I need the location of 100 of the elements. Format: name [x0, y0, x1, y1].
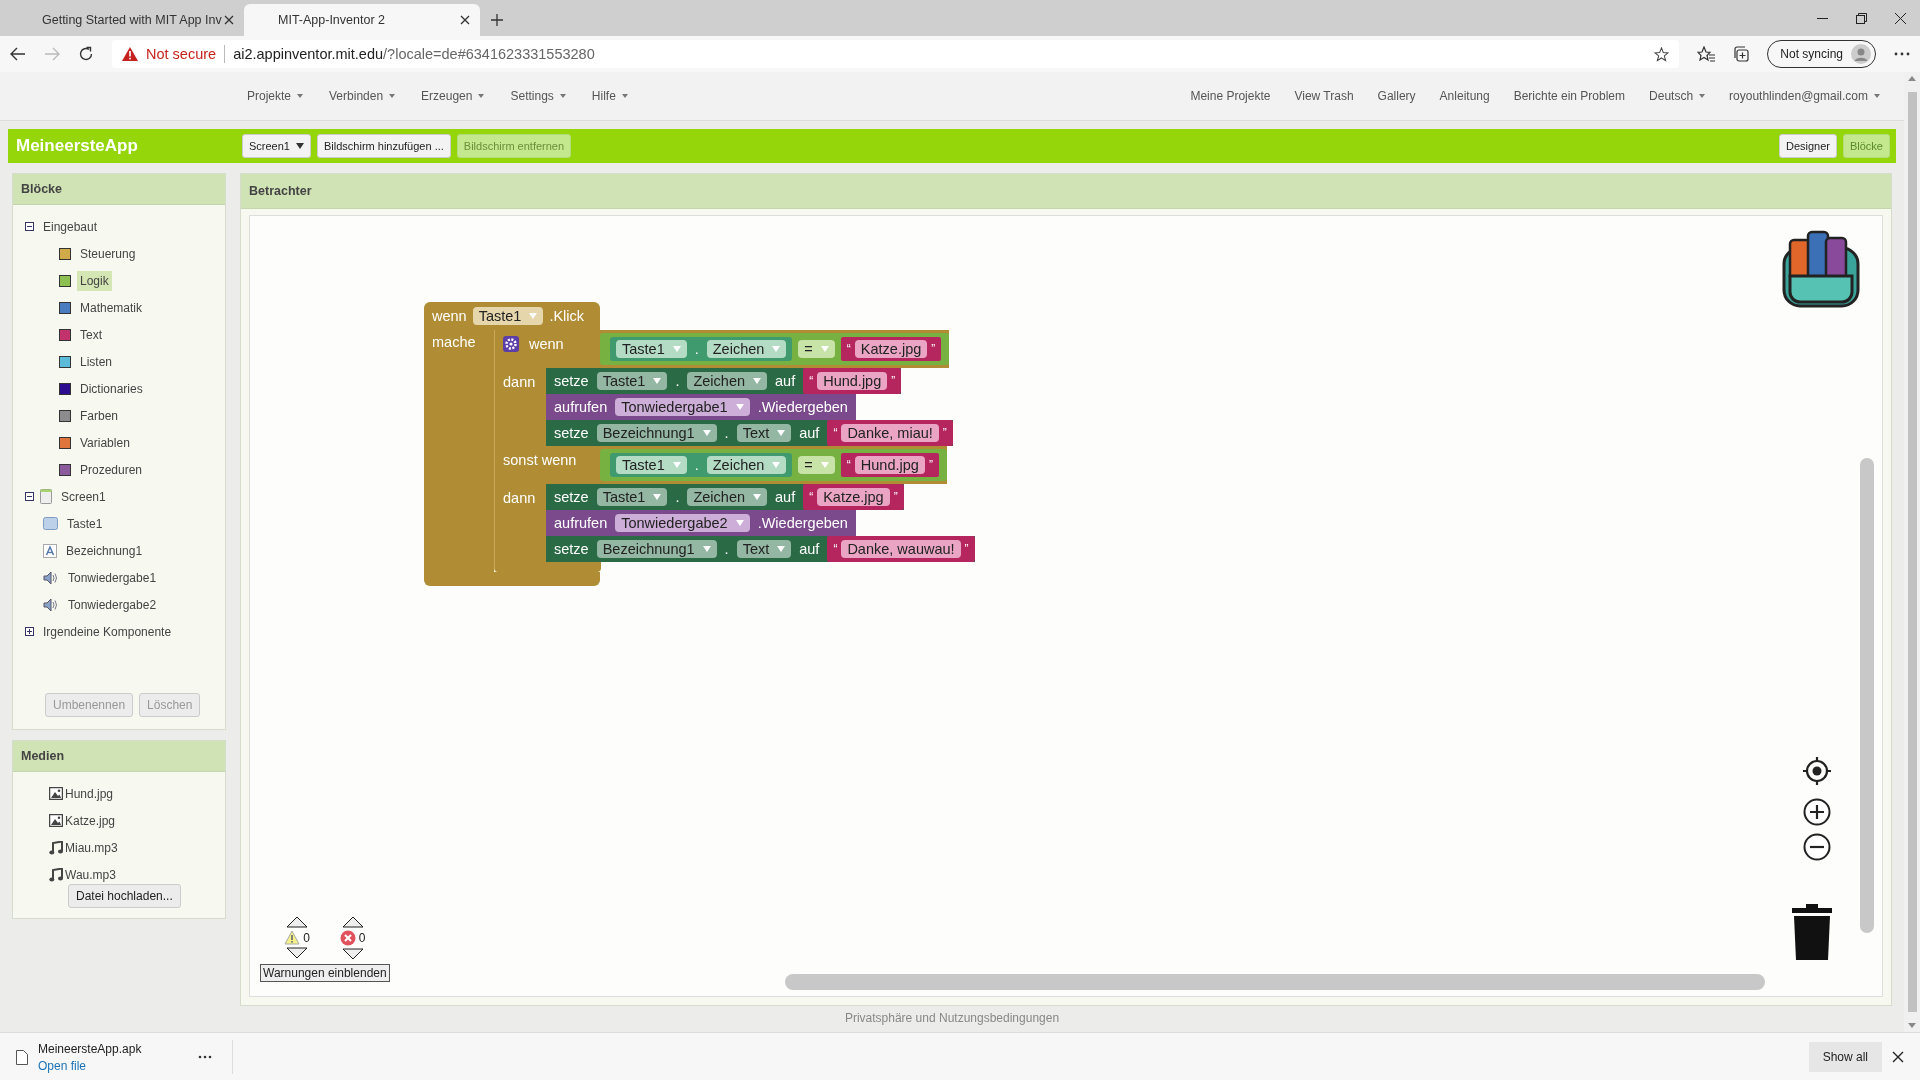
- tree-item[interactable]: Listen: [77, 351, 116, 372]
- tree-item[interactable]: Tonwiedergabe2: [65, 594, 160, 615]
- tree-item[interactable]: Mathematik: [77, 297, 146, 318]
- scrollbar[interactable]: [785, 974, 1765, 990]
- close-icon[interactable]: [460, 15, 470, 25]
- trash-icon[interactable]: [1792, 904, 1832, 960]
- block-separator: .: [694, 341, 699, 357]
- open-file-link[interactable]: Open file: [38, 1058, 188, 1073]
- text-field[interactable]: Danke, wauwau!: [841, 540, 961, 558]
- nav-link[interactable]: Gallery: [1377, 89, 1416, 103]
- arrow-down-icon[interactable]: [341, 948, 364, 960]
- media-file[interactable]: Hund.jpg: [65, 786, 114, 801]
- menu-item[interactable]: Settings: [510, 89, 566, 103]
- menu-item[interactable]: Hilfe: [591, 89, 628, 103]
- scrollbar[interactable]: [1907, 92, 1917, 1012]
- restore-icon[interactable]: [1856, 12, 1867, 24]
- component-dropdown[interactable]: Taste1: [596, 488, 668, 506]
- nav-link[interactable]: Meine Projekte: [1190, 89, 1271, 103]
- collapse-icon[interactable]: [25, 492, 34, 501]
- media-file[interactable]: Katze.jpg: [65, 813, 116, 828]
- tree-item[interactable]: Bezeichnung1: [63, 540, 146, 561]
- operator-dropdown[interactable]: =: [798, 456, 835, 474]
- zoom-in-icon[interactable]: [1803, 798, 1831, 826]
- tree-item[interactable]: Tonwiedergabe1: [65, 567, 160, 588]
- tree-item[interactable]: Steuerung: [77, 243, 139, 264]
- close-icon[interactable]: [1892, 1051, 1904, 1063]
- property-dropdown[interactable]: Text: [736, 424, 792, 442]
- tree-item[interactable]: Farben: [77, 405, 122, 426]
- text-field[interactable]: Danke, miau!: [841, 424, 939, 442]
- back-icon[interactable]: [10, 47, 26, 61]
- arrow-up-icon[interactable]: [286, 916, 308, 928]
- text-field[interactable]: Hund.jpg: [854, 456, 925, 474]
- tree-item[interactable]: Dictionaries: [77, 378, 146, 399]
- caret-icon: [753, 378, 762, 384]
- media-file[interactable]: Wau.mp3: [65, 867, 116, 882]
- address-bar[interactable]: Not secure ai2.appinventor.mit.edu/?locale=de#6341623331553280: [112, 40, 1680, 68]
- view-toggle-button[interactable]: Designer: [1778, 134, 1837, 158]
- property-dropdown[interactable]: Zeichen: [706, 340, 787, 358]
- component-dropdown[interactable]: Taste1: [616, 340, 687, 358]
- tree-item[interactable]: Eingebaut: [40, 216, 101, 237]
- text-field[interactable]: Katze.jpg: [817, 488, 890, 506]
- recenter-icon[interactable]: [1802, 756, 1832, 786]
- block-separator: .: [694, 457, 699, 473]
- close-icon[interactable]: [1895, 12, 1906, 24]
- favorites-icon[interactable]: [1697, 46, 1716, 62]
- close-icon[interactable]: [224, 15, 234, 25]
- component-dropdown[interactable]: Tonwiedergabe1: [615, 398, 750, 416]
- tree-item[interactable]: Screen1: [58, 486, 109, 507]
- component-dropdown[interactable]: Tonwiedergabe2: [615, 514, 750, 532]
- star-icon[interactable]: [1654, 46, 1670, 62]
- arrow-up-icon[interactable]: [341, 916, 364, 928]
- component-dropdown[interactable]: Taste1: [596, 372, 668, 390]
- component-dropdown[interactable]: Bezeichnung1: [596, 540, 717, 558]
- collapse-icon[interactable]: [25, 222, 34, 231]
- zoom-out-icon[interactable]: [1803, 833, 1831, 861]
- nav-link[interactable]: View Trash: [1294, 89, 1354, 103]
- component-dropdown[interactable]: Taste1: [472, 307, 544, 325]
- menu-item[interactable]: Erzeugen: [421, 89, 485, 103]
- tree-item[interactable]: Variablen: [77, 432, 133, 453]
- tree-item[interactable]: Irgendeine Komponente: [40, 621, 175, 642]
- tree-item[interactable]: Logik: [77, 270, 112, 291]
- tree-item[interactable]: Taste1: [64, 513, 106, 534]
- browser-tab[interactable]: Getting Started with MIT App Inv: [8, 4, 244, 36]
- upload-button[interactable]: Datei hochladen...: [68, 884, 181, 908]
- more-icon[interactable]: [1894, 52, 1910, 56]
- text-field[interactable]: Hund.jpg: [817, 372, 888, 390]
- toolbar-button[interactable]: Bildschirm hinzufügen ...: [317, 134, 451, 158]
- component-dropdown[interactable]: Bezeichnung1: [596, 424, 717, 442]
- panel-title: Betrachter: [241, 174, 1891, 209]
- property-dropdown[interactable]: Zeichen: [706, 456, 787, 474]
- show-warnings-button[interactable]: Warnungen einblenden: [260, 964, 390, 982]
- browser-tab[interactable]: MIT-App-Inventor 2: [244, 4, 480, 36]
- screen-dropdown[interactable]: Screen1: [242, 134, 311, 158]
- tree-item[interactable]: Text: [77, 324, 105, 345]
- gear-icon[interactable]: [503, 336, 519, 352]
- scrollbar[interactable]: [1860, 458, 1874, 933]
- arrow-down-icon[interactable]: [286, 947, 308, 959]
- plus-icon[interactable]: [490, 13, 504, 27]
- property-dropdown[interactable]: Zeichen: [687, 372, 768, 390]
- menu-item[interactable]: Projekte: [247, 89, 304, 103]
- menu-item[interactable]: Verbinden: [329, 89, 396, 103]
- property-dropdown[interactable]: Zeichen: [687, 488, 768, 506]
- media-file[interactable]: Miau.mp3: [65, 840, 118, 855]
- nav-link[interactable]: Deutsch: [1649, 89, 1706, 103]
- show-all-button[interactable]: Show all: [1808, 1042, 1882, 1072]
- component-dropdown[interactable]: Taste1: [616, 456, 687, 474]
- text-field[interactable]: Katze.jpg: [854, 340, 928, 358]
- url-text: ai2.appinventor.mit.edu/?locale=de#6341623331553280: [233, 46, 595, 62]
- caret-icon: [1874, 94, 1880, 98]
- nav-link[interactable]: Berichte ein Problem: [1513, 89, 1626, 103]
- expand-icon[interactable]: [25, 627, 34, 636]
- tree-item[interactable]: Prozeduren: [77, 459, 146, 480]
- collections-icon[interactable]: [1733, 46, 1750, 62]
- operator-dropdown[interactable]: =: [798, 340, 835, 358]
- property-dropdown[interactable]: Text: [736, 540, 792, 558]
- reload-icon[interactable]: [78, 46, 94, 62]
- nav-link[interactable]: Anleitung: [1439, 89, 1490, 103]
- speaker-icon: [43, 570, 59, 585]
- more-icon[interactable]: [198, 1055, 212, 1059]
- nav-link[interactable]: royouthlinden@gmail.com: [1729, 89, 1880, 103]
